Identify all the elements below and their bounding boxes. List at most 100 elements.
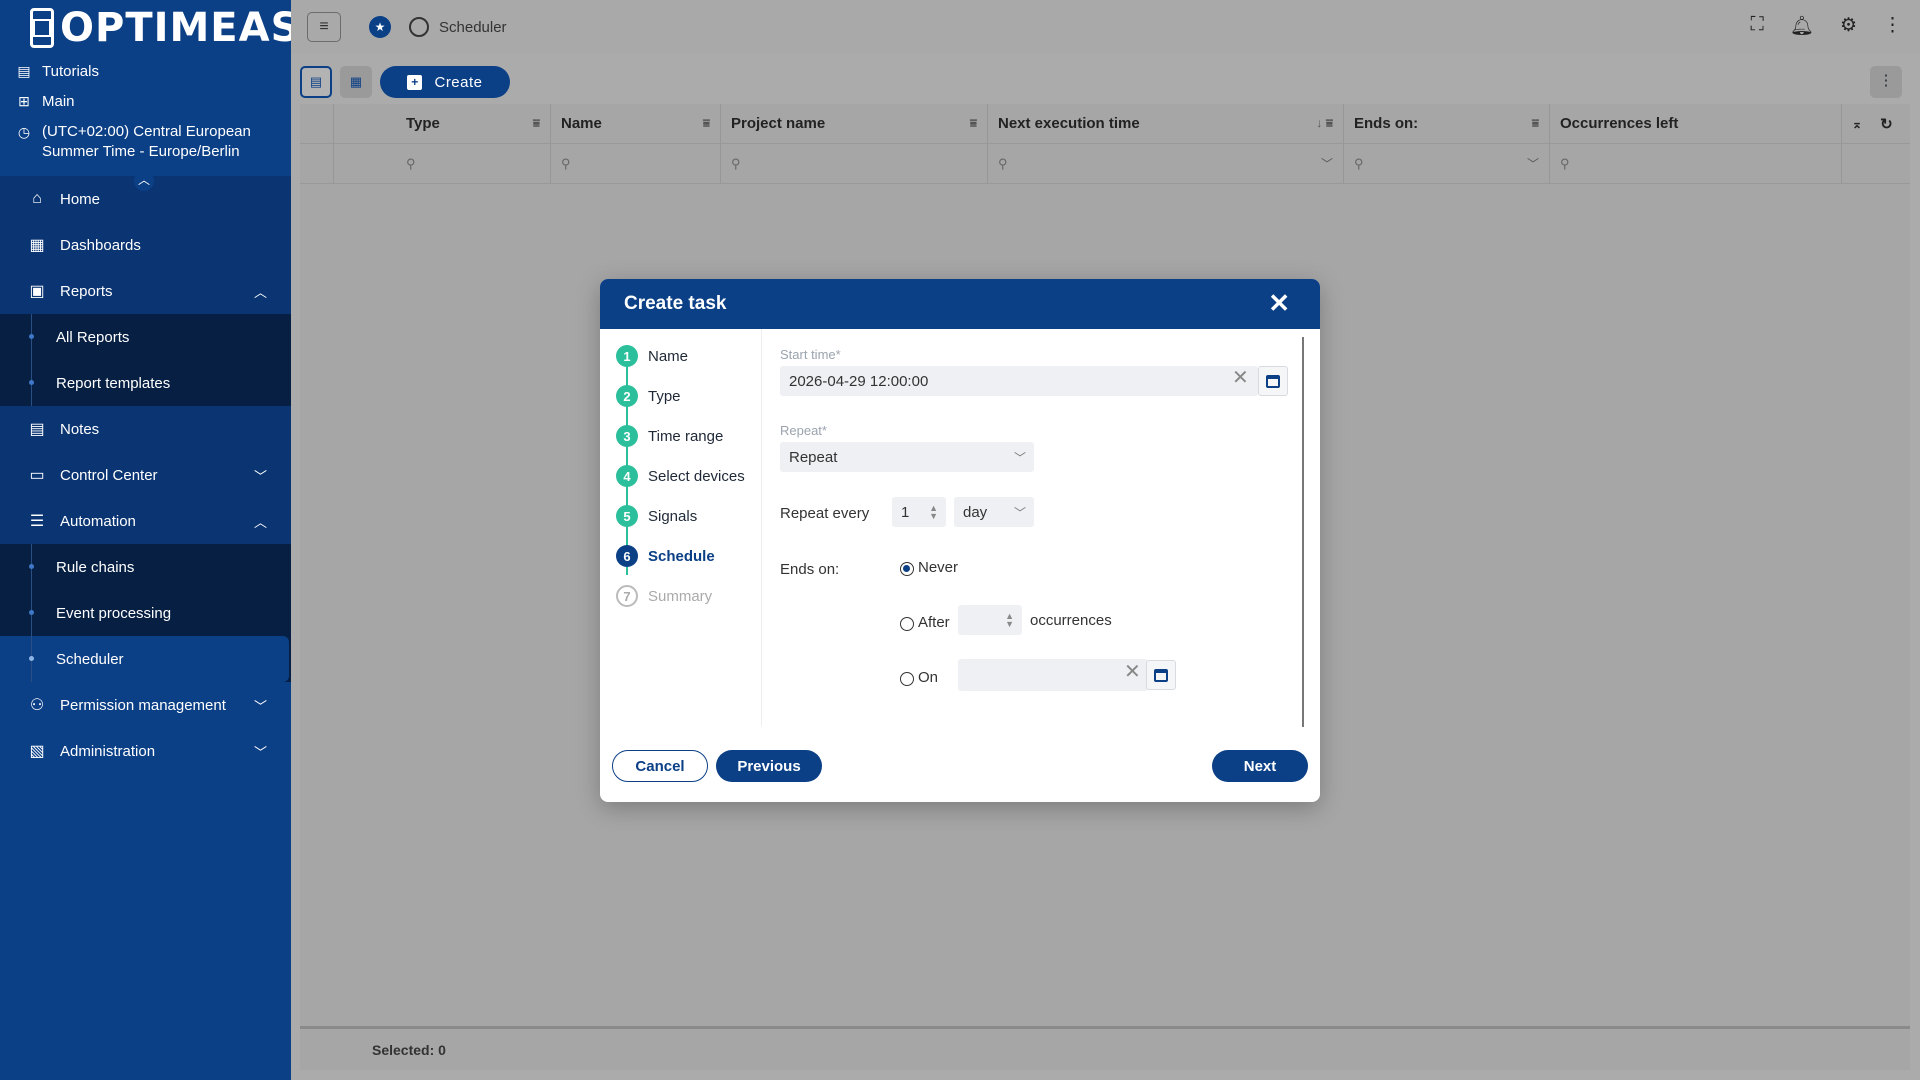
menu-icon: ≡ [319, 18, 329, 35]
calendar-icon [1266, 374, 1280, 388]
ends-on-date-label: On [918, 669, 939, 686]
more-vertical-icon[interactable]: ⋮ [1883, 14, 1902, 38]
close-icon[interactable]: ✕ [1268, 290, 1290, 316]
create-button[interactable]: + Create [380, 66, 510, 98]
tutorials-link[interactable]: ▤ Tutorials [0, 56, 291, 86]
repeat-value: Repeat [789, 448, 838, 466]
occurrences-stepper[interactable]: ▲ ▼ [958, 605, 1022, 635]
collapse-handle[interactable]: ︿ [134, 171, 154, 191]
dialog-scrollbar[interactable] [1302, 337, 1304, 727]
filter-icon[interactable]: ⩸ [533, 116, 540, 131]
step-name[interactable]: 1 Name [616, 345, 688, 367]
logo[interactable]: OPTIMEAS [0, 0, 299, 56]
step-schedule[interactable]: 6 Schedule [616, 545, 715, 567]
step-type[interactable]: 2 Type [616, 385, 681, 407]
clock-icon: ◷ [17, 124, 31, 140]
wizard-steps: 1 Name 2 Type 3 Time range 4 Select devices … [600, 329, 762, 726]
column-name[interactable]: Name ⩸ [551, 104, 721, 143]
filter-icon[interactable]: ⩸ [970, 116, 977, 131]
filter-type[interactable]: ⚲ [334, 144, 551, 183]
breadcrumb: Scheduler [439, 18, 507, 36]
filter-name[interactable]: ⚲ [551, 144, 721, 183]
column-label: Next execution time [998, 115, 1140, 132]
nav-scheduler[interactable]: Scheduler [0, 636, 289, 682]
fullscreen-icon[interactable]: ⛶ [1751, 14, 1764, 38]
step-signals[interactable]: 5 Signals [616, 505, 697, 527]
nav-rule-chains[interactable]: Rule chains [0, 544, 291, 590]
filter-icon[interactable]: ⩸ [703, 116, 710, 131]
column-type[interactable]: Type ⩸ [334, 104, 551, 143]
nav-label: Permission management [60, 696, 226, 714]
cancel-button[interactable]: Cancel [612, 750, 708, 782]
more-vertical-icon[interactable]: ⋮ [1870, 66, 1902, 98]
stepper-arrows-icon[interactable]: ▲ ▼ [1005, 612, 1014, 629]
step-label: Time range [648, 427, 724, 445]
nav-permission-management[interactable]: ⚇ Permission management ﹀ [0, 682, 291, 728]
main-nav: ⌂ Home ▦ Dashboards ▣ Reports ︿ All Repo… [0, 176, 291, 774]
clear-icon[interactable]: ✕ [1124, 659, 1141, 684]
filter-project-name[interactable]: ⚲ [721, 144, 988, 183]
sort-desc-icon[interactable]: ↓ ⩸ [1316, 116, 1333, 131]
nav-notes[interactable]: ▤ Notes [0, 406, 291, 452]
gear-icon[interactable]: ⚙ [1840, 14, 1857, 38]
bell-icon[interactable]: 🔔︎ [1790, 14, 1814, 38]
step-label: Select devices [648, 467, 745, 485]
search-icon: ⚲ [731, 155, 741, 171]
nav-all-reports[interactable]: All Reports [0, 314, 291, 360]
next-button[interactable]: Next [1212, 750, 1308, 782]
nav-control-center[interactable]: ▭ Control Center ﹀ [0, 452, 291, 498]
repeat-select[interactable]: Repeat ﹀ [780, 442, 1034, 472]
clear-icon[interactable]: ✕ [1232, 365, 1249, 390]
step-time-range[interactable]: 3 Time range [616, 425, 723, 447]
ends-on-radio[interactable] [900, 672, 914, 686]
list-view-button[interactable]: ▤ [300, 66, 332, 98]
nav-label: Notes [60, 420, 100, 438]
main-link[interactable]: ⊞ Main [0, 86, 291, 116]
nav-label: Administration [60, 742, 156, 760]
hierarchy-icon: ⊞ [18, 92, 30, 109]
calendar-view-button[interactable]: ▦ [340, 66, 372, 98]
timezone: ◷ (UTC+02:00) Central European Summer Ti… [0, 116, 291, 162]
filter-next-execution[interactable]: ⚲ ﹀ [988, 144, 1344, 183]
chevron-down-icon[interactable]: ﹀ [1321, 155, 1333, 172]
nav-dashboards[interactable]: ▦ Dashboards [0, 222, 291, 268]
nav-report-templates[interactable]: Report templates [0, 360, 291, 406]
nav-reports[interactable]: ▣ Reports ︿ [0, 268, 291, 314]
select-column[interactable] [300, 104, 334, 143]
dashboard-icon: ▦ [29, 237, 45, 254]
ends-on-date-input[interactable] [958, 659, 1148, 691]
filter-ends-on[interactable]: ⚲ ﹀ [1344, 144, 1550, 183]
step-select-devices[interactable]: 4 Select devices [616, 465, 745, 487]
tutorials-label: Tutorials [42, 62, 99, 80]
start-time-calendar-button[interactable] [1258, 366, 1288, 396]
favorite-star-icon[interactable]: ★ [369, 16, 391, 38]
stepper-arrows-icon[interactable]: ▲ ▼ [929, 504, 938, 521]
ends-never-radio[interactable] [900, 562, 914, 576]
menu-toggle-button[interactable]: ≡ [307, 12, 341, 42]
step-summary[interactable]: 7 Summary [616, 585, 712, 607]
step-progress-line [626, 345, 628, 575]
nav-administration[interactable]: ▧ Administration ﹀ [0, 728, 291, 774]
nav-event-processing[interactable]: Event processing [0, 590, 291, 636]
column-project-name[interactable]: Project name ⩸ [721, 104, 988, 143]
start-time-input[interactable]: 2026-04-29 12:00:00 [780, 366, 1258, 396]
previous-button[interactable]: Previous [716, 750, 822, 782]
column-occurrences-left[interactable]: Occurrences left [1550, 104, 1842, 143]
repeat-unit-select[interactable]: day ﹀ [954, 497, 1034, 527]
chevron-down-icon[interactable]: ﹀ [1527, 155, 1539, 172]
filter-cell [300, 144, 334, 183]
nav-label: All Reports [56, 328, 130, 346]
chevron-up-icon: ︿ [253, 284, 267, 300]
filter-icon[interactable]: ⩸ [1532, 116, 1539, 131]
ends-after-radio[interactable] [900, 617, 914, 631]
chevron-down-icon: ﹀ [1013, 505, 1026, 520]
filter-occurrences[interactable]: ⚲ [1550, 144, 1842, 183]
ends-on-calendar-button[interactable] [1146, 660, 1176, 690]
column-label: Project name [731, 115, 826, 132]
column-ends-on[interactable]: Ends on: ⩸ [1344, 104, 1550, 143]
refresh-icon[interactable]: ↻ [1880, 115, 1893, 133]
repeat-every-stepper[interactable]: 1 ▲ ▼ [892, 497, 946, 527]
nav-automation[interactable]: ☰ Automation ︿ [0, 498, 291, 544]
column-next-execution[interactable]: Next execution time ↓ ⩸ [988, 104, 1344, 143]
collapse-icon[interactable]: ⌅ [1852, 117, 1862, 131]
